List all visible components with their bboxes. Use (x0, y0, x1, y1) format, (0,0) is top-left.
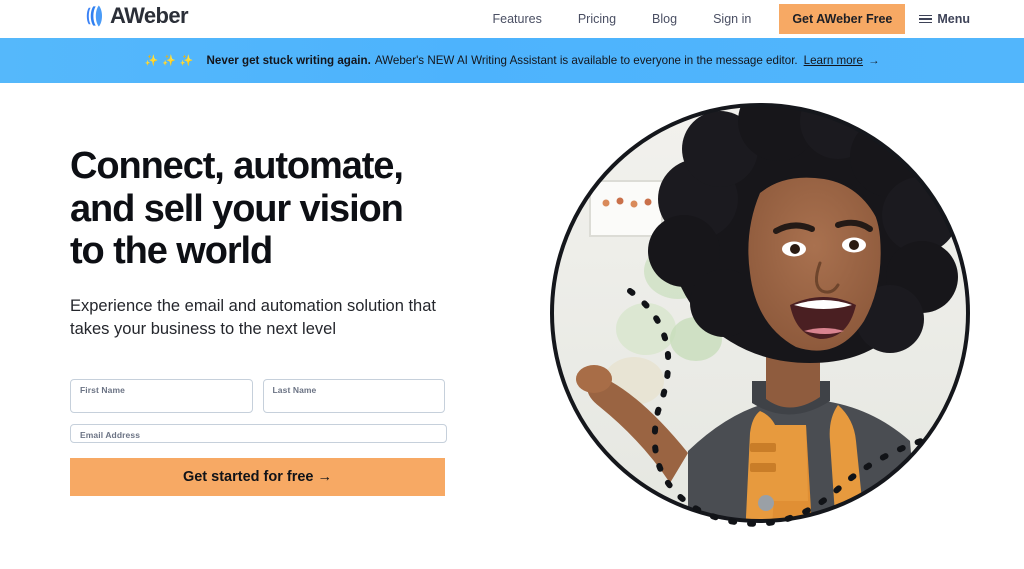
hero-section: Connect, automate, and sell your vision … (0, 83, 1024, 569)
name-fields-row: First Name Last Name (70, 379, 445, 414)
nav-links-group: Features Pricing Blog Sign in Get AWeber… (474, 0, 970, 38)
heading-line-3: to the world (70, 230, 273, 273)
email-field[interactable]: Email Address (70, 413, 447, 444)
signup-form: First Name Last Name Email Address Get s… (70, 379, 447, 497)
email-input[interactable] (71, 413, 446, 444)
first-name-field[interactable]: First Name (70, 379, 253, 414)
hero-image-column: New subscriber! Publish new content New … (520, 83, 1024, 569)
aweber-logo[interactable]: AWeber (86, 3, 189, 29)
hero-photo (538, 81, 998, 561)
nav-link-blog[interactable]: Blog (634, 12, 695, 26)
hero-illustration (550, 103, 970, 527)
hero-copy-column: Connect, automate, and sell your vision … (0, 83, 520, 569)
arrow-right-icon: → (867, 54, 880, 67)
nav-link-pricing[interactable]: Pricing (560, 12, 634, 26)
aweber-logo-text: AWeber (110, 3, 189, 28)
get-aweber-free-button[interactable]: Get AWeber Free (779, 4, 906, 34)
page-title: Connect, automate, and sell your vision … (70, 145, 520, 273)
announcement-banner-content: ✨✨✨ Never get stuck writing again. AWebe… (144, 54, 879, 67)
first-name-input[interactable] (71, 380, 252, 413)
top-navigation-bar: AWeber Features Pricing Blog Sign in Get… (0, 0, 1024, 38)
hero-subheading: Experience the email and automation solu… (70, 296, 436, 339)
learn-more-link[interactable]: Learn more (804, 54, 863, 67)
menu-label: Menu (937, 12, 970, 26)
last-name-input[interactable] (263, 380, 444, 413)
announcement-banner: ✨✨✨ Never get stuck writing again. AWebe… (0, 38, 1024, 83)
nav-link-sign-in[interactable]: Sign in (695, 12, 769, 26)
sparkles-icon: ✨✨✨ (144, 55, 198, 67)
nav-link-features[interactable]: Features (474, 12, 559, 26)
last-name-field[interactable]: Last Name (262, 379, 445, 414)
heading-line-2: and sell your vision (70, 187, 404, 230)
announcement-text: AWeber's NEW AI Writing Assistant is ava… (374, 54, 798, 67)
hamburger-icon (919, 14, 933, 24)
menu-toggle[interactable]: Menu (919, 12, 970, 26)
get-started-for-free-button[interactable]: Get started for free → (70, 458, 445, 497)
aweber-waves-logo-icon (86, 5, 102, 27)
announcement-headline: Never get stuck writing again. (206, 54, 371, 67)
heading-line-1: Connect, automate, (70, 145, 404, 187)
